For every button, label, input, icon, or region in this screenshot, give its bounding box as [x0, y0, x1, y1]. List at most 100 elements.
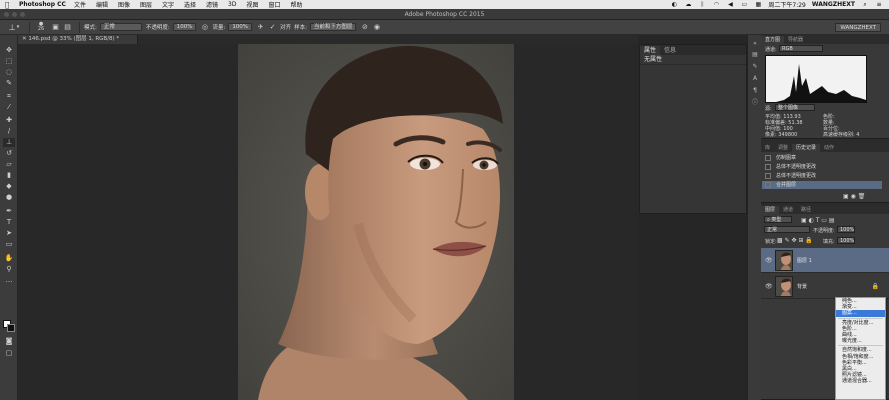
menu-app-name[interactable]: Photoshop CC	[19, 1, 66, 8]
menu-edit[interactable]: 编辑	[96, 0, 108, 9]
layer-name[interactable]: 背景	[797, 283, 807, 290]
menu-image[interactable]: 图像	[118, 0, 130, 9]
close-window-button[interactable]	[4, 12, 9, 17]
menubar-user[interactable]: WANGZHEXT	[812, 1, 855, 8]
sample-select[interactable]: 当前和下方图层	[309, 23, 357, 31]
layer-row[interactable]: 👁 背景 🔒	[761, 274, 889, 299]
quick-select-tool-icon[interactable]: ✎	[3, 79, 15, 88]
history-item[interactable]: 总体不透明度更改	[762, 172, 882, 180]
hand-tool-icon[interactable]: ✋	[3, 254, 15, 263]
aligned-checkbox-icon[interactable]: ✓	[268, 23, 277, 32]
zoom-window-button[interactable]	[20, 12, 25, 17]
layer-opacity-input[interactable]: 100%	[837, 226, 855, 233]
status-icon[interactable]: ◐	[670, 1, 678, 8]
brush-picker[interactable]: ● 26	[34, 22, 48, 32]
collapse-icon[interactable]: »	[751, 40, 759, 48]
tab-adjustments[interactable]: 调整	[774, 144, 792, 152]
gradient-tool-icon[interactable]: ▮	[3, 171, 15, 180]
clone-stamp-tool-icon[interactable]: ⊥	[3, 138, 15, 147]
document-image[interactable]	[238, 44, 514, 400]
minimize-window-button[interactable]	[12, 12, 17, 17]
menu-file[interactable]: 文件	[74, 0, 86, 9]
crop-tool-icon[interactable]: ⌗	[3, 92, 15, 101]
tab-histogram[interactable]: 直方图	[761, 36, 785, 44]
brush-panel-toggle-icon[interactable]: ▣	[51, 23, 60, 32]
channel-select[interactable]: RGB	[779, 45, 823, 52]
history-item[interactable]: 总体不透明度更改	[762, 163, 882, 171]
tool-preset-picker[interactable]: ⊥ ▾	[3, 21, 25, 34]
flag-icon[interactable]: ▦	[754, 1, 762, 8]
history-brush-tool-icon[interactable]: ↺	[3, 149, 15, 158]
blend-mode-select[interactable]: 正常	[764, 226, 810, 233]
menubar-clock[interactable]: 周二下午7:29	[768, 0, 805, 9]
dodge-tool-icon[interactable]: ●	[3, 193, 15, 202]
tab-properties[interactable]: 属性	[640, 46, 661, 55]
history-item[interactable]: 仿制图章	[762, 154, 882, 162]
tab-history[interactable]: 历史记录	[792, 144, 821, 152]
menu-item-channel-mixer[interactable]: 通道混合器...	[836, 378, 885, 384]
lasso-tool-icon[interactable]: ◌	[3, 68, 15, 77]
layer-name[interactable]: 图层 1	[797, 257, 812, 264]
eye-icon[interactable]: 👁	[765, 283, 773, 290]
tab-layers[interactable]: 图层	[761, 206, 780, 214]
background-color-swatch[interactable]	[7, 324, 15, 332]
menu-help[interactable]: 帮助	[291, 0, 303, 9]
eye-icon[interactable]: 👁	[765, 257, 773, 264]
menu-3d[interactable]: 3D	[228, 1, 236, 8]
zoom-tool-icon[interactable]: ⚲	[3, 265, 15, 274]
tab-actions[interactable]: 动作	[820, 144, 838, 152]
history-footer-icons[interactable]: ▣ ◉ 🗑	[843, 193, 865, 200]
menu-type[interactable]: 文字	[162, 0, 174, 9]
pen-tool-icon[interactable]: ✒	[3, 207, 15, 216]
ignore-adjustment-layers-icon[interactable]: ⊘	[360, 23, 369, 32]
tab-info[interactable]: 信息	[660, 46, 680, 55]
marquee-tool-icon[interactable]: ⬚	[3, 57, 15, 66]
document-tab[interactable]: ✕ 146.psd @ 33% (图层 1, RGB/8) *	[18, 35, 138, 44]
paragraph-panel-icon[interactable]: ¶	[751, 87, 759, 95]
move-tool-icon[interactable]: ✥	[3, 46, 15, 55]
menu-view[interactable]: 视图	[246, 0, 258, 9]
tab-libraries[interactable]: 库	[761, 144, 774, 152]
battery-icon[interactable]: ▭	[740, 1, 748, 8]
source-select[interactable]: 整个图像	[775, 104, 815, 111]
menu-layer[interactable]: 图层	[140, 0, 152, 9]
tab-channels[interactable]: 通道	[779, 206, 797, 214]
eraser-tool-icon[interactable]: ▱	[3, 160, 15, 169]
menu-window[interactable]: 窗口	[269, 0, 281, 9]
brush-panel-icon[interactable]: ✎	[751, 63, 759, 71]
layer-kind-filter[interactable]: ⌕ 类型	[764, 216, 792, 223]
airbrush-icon[interactable]: ✈	[256, 23, 265, 32]
history-item-current[interactable]: 合并图层	[762, 181, 882, 189]
volume-icon[interactable]: ◀	[726, 1, 734, 8]
screen-mode-icon[interactable]: ▢	[3, 349, 15, 358]
layer-row-selected[interactable]: 👁 图层 1	[761, 248, 889, 273]
shape-tool-icon[interactable]: ▭	[3, 240, 15, 249]
character-panel-icon[interactable]: A	[751, 75, 759, 83]
menu-select[interactable]: 选择	[184, 0, 196, 9]
layer-filter-icons[interactable]: ▣ ◐ T ▭ ▤	[801, 217, 835, 224]
path-select-tool-icon[interactable]: ➤	[3, 229, 15, 238]
blur-tool-icon[interactable]: ◆	[3, 182, 15, 191]
quick-mask-icon[interactable]: ◙	[3, 337, 15, 346]
brush-tool-icon[interactable]: ∕	[3, 127, 15, 136]
pressure-opacity-icon[interactable]: ◎	[200, 23, 209, 32]
mode-select[interactable]: 正常	[99, 23, 142, 31]
flow-input[interactable]: 100%	[228, 23, 253, 31]
more-tools-icon[interactable]: …	[3, 276, 15, 285]
history-panel-icon[interactable]: ▤	[751, 51, 759, 59]
spotlight-icon[interactable]: ⌕	[861, 1, 869, 8]
eyedropper-tool-icon[interactable]: ⁄	[3, 103, 15, 112]
info-panel-icon[interactable]: ⓘ	[751, 99, 759, 107]
upload-icon[interactable]: ☁	[684, 1, 692, 8]
healing-tool-icon[interactable]: ✚	[3, 116, 15, 125]
notification-icon[interactable]: ≡	[875, 1, 883, 8]
wifi-icon[interactable]: ◠	[712, 1, 720, 8]
pressure-size-icon[interactable]: ◉	[372, 23, 381, 32]
clone-source-panel-icon[interactable]: ▤	[63, 23, 72, 32]
type-tool-icon[interactable]: T	[3, 218, 15, 227]
menu-filter[interactable]: 滤镜	[206, 0, 218, 9]
tab-paths[interactable]: 路径	[797, 206, 815, 214]
bluetooth-icon[interactable]: ᛒ	[698, 1, 706, 8]
lock-icons[interactable]: ▩ ✎ ✥ ⊞ 🔒	[777, 237, 813, 244]
apple-icon[interactable]: 	[5, 1, 13, 9]
